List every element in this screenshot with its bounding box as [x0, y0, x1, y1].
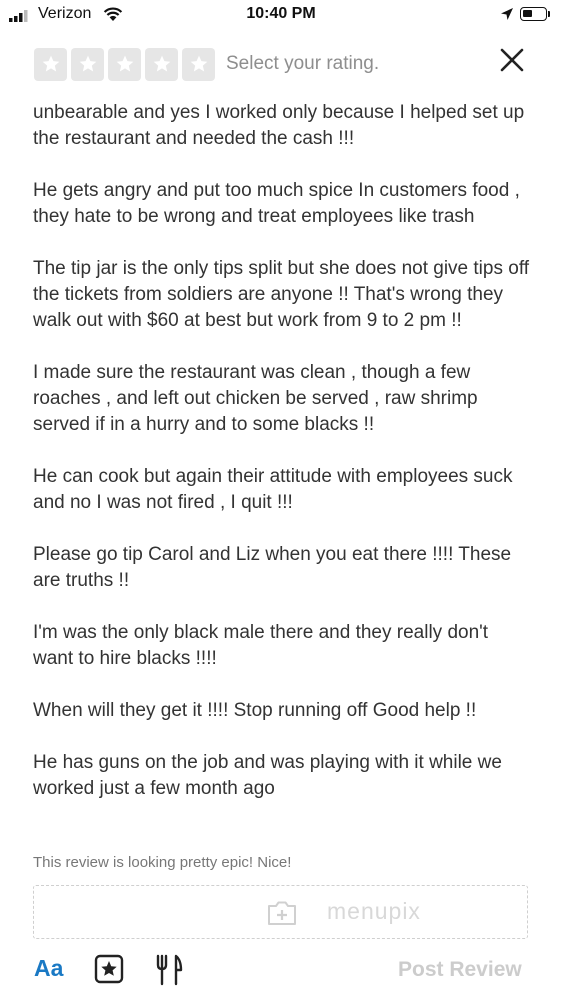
- star-icon: [116, 55, 133, 72]
- review-paragraph: I made sure the restaurant was clean , t…: [33, 362, 478, 435]
- review-paragraph: When will they get it !!!! Stop running …: [33, 700, 477, 721]
- review-paragraph: He can cook but again their attitude wit…: [33, 466, 513, 513]
- rating-placeholder: Select your rating.: [226, 53, 380, 74]
- star-box-icon[interactable]: [94, 954, 124, 984]
- status-bar: Verizon 10:40 PM: [0, 0, 562, 30]
- battery-fill: [523, 10, 532, 17]
- star-2-button[interactable]: [71, 47, 104, 81]
- battery-tip: [548, 11, 550, 17]
- add-photo-dropzone[interactable]: menupix: [33, 885, 528, 939]
- star-1-button[interactable]: [34, 47, 67, 81]
- star-3-button[interactable]: [108, 47, 141, 81]
- review-paragraph: unbearable and yes I worked only because…: [33, 102, 525, 149]
- star-icon: [42, 55, 59, 72]
- review-paragraph: He has guns on the job and was playing w…: [33, 752, 502, 799]
- post-review-button[interactable]: Post Review: [398, 958, 522, 982]
- text-format-button[interactable]: Aa: [34, 955, 63, 982]
- review-paragraph: I'm was the only black male there and th…: [33, 622, 489, 669]
- star-icon: [79, 55, 96, 72]
- location-arrow-icon: [501, 8, 513, 20]
- rating-selector: Select your rating.: [34, 47, 379, 81]
- review-paragraph: He gets angry and put too much spice In …: [33, 180, 520, 227]
- review-paragraph: Please go tip Carol and Liz when you eat…: [33, 544, 512, 591]
- star-icon: [153, 55, 170, 72]
- watermark: menupix: [327, 898, 421, 924]
- add-photo-icon: [268, 901, 296, 925]
- star-5-button[interactable]: [182, 47, 215, 81]
- close-icon[interactable]: [499, 47, 525, 73]
- review-hint: This review is looking pretty epic! Nice…: [33, 854, 292, 871]
- review-paragraph: The tip jar is the only tips split but s…: [33, 258, 530, 331]
- fork-knife-icon[interactable]: [154, 954, 184, 986]
- star-4-button[interactable]: [145, 47, 178, 81]
- clock: 10:40 PM: [246, 5, 316, 22]
- battery-icon: [520, 7, 547, 21]
- star-icon: [190, 55, 207, 72]
- review-text-area[interactable]: unbearable and yes I worked only because…: [33, 100, 533, 840]
